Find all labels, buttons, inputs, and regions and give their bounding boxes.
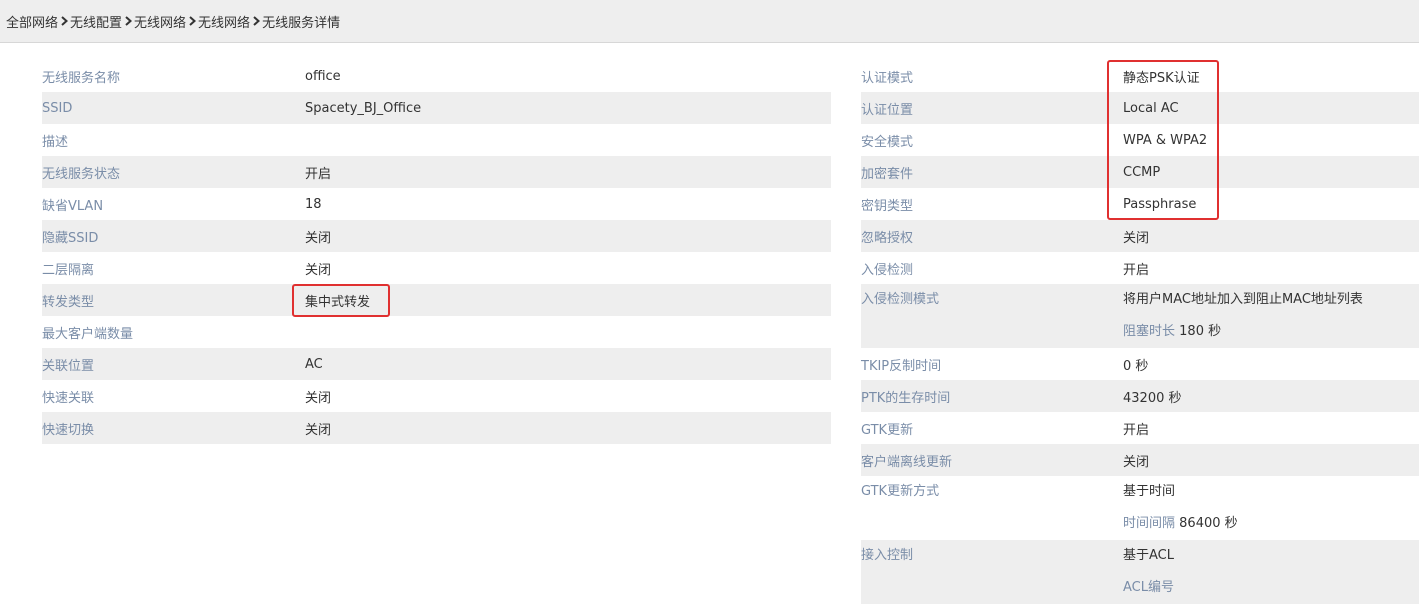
table-row: 认证模式 静态PSK认证 <box>861 60 1419 92</box>
row-label: 入侵检测模式 <box>861 292 940 307</box>
table-row: 安全模式 WPA & WPA2 <box>861 124 1419 156</box>
row-value: office <box>305 68 341 84</box>
row-value: 基于时间 <box>1123 484 1176 499</box>
table-row: SSID Spacety_BJ_Office <box>42 92 831 124</box>
row-value: CCMP <box>1123 164 1161 180</box>
row-value: Local AC <box>1123 100 1179 116</box>
table-row: 加密套件 CCMP <box>861 156 1419 188</box>
table-row: 认证位置 Local AC <box>861 92 1419 124</box>
row-value: 关闭 <box>1123 230 1150 246</box>
breadcrumb-wireless-network[interactable]: 无线网络 <box>134 12 186 31</box>
row-value: 0 秒 <box>1123 358 1149 374</box>
row-value: AC <box>305 356 323 372</box>
row-label: 快速切换 <box>42 422 95 438</box>
row-label: 转发类型 <box>42 294 95 310</box>
row-sub-value: 86400 秒 <box>1179 516 1238 531</box>
row-label: 入侵检测 <box>861 262 914 278</box>
row-value: Passphrase <box>1123 196 1197 212</box>
row-value: 集中式转发 <box>305 294 371 310</box>
row-value-group: 将用户MAC地址加入到阻止MAC地址列表 阻塞时长 180 秒 <box>1123 284 1363 348</box>
row-label: 认证模式 <box>861 70 914 86</box>
row-value: 基于ACL <box>1123 548 1174 563</box>
row-value-group: 基于时间 时间间隔 86400 秒 <box>1123 476 1238 540</box>
breadcrumb-wireless-network-2[interactable]: 无线网络 <box>198 12 250 31</box>
row-value: 开启 <box>1123 422 1150 438</box>
table-row: 忽略授权 关闭 <box>861 220 1419 252</box>
row-label: SSID <box>42 100 73 116</box>
table-row: TKIP反制时间 0 秒 <box>861 348 1419 380</box>
row-label: 缺省VLAN <box>42 198 104 214</box>
service-basic-info-panel: 无线服务名称 office SSID Spacety_BJ_Office 描述 … <box>42 60 831 444</box>
table-row: 入侵检测 开启 <box>861 252 1419 284</box>
row-value: 将用户MAC地址加入到阻止MAC地址列表 <box>1123 292 1363 307</box>
breadcrumb-service-detail: 无线服务详情 <box>262 15 341 31</box>
row-label: 忽略授权 <box>861 230 914 246</box>
table-row: PTK的生存时间 43200 秒 <box>861 380 1419 412</box>
table-row: 二层隔离 关闭 <box>42 252 831 284</box>
table-row: 快速切换 关闭 <box>42 412 831 444</box>
table-row: 缺省VLAN 18 <box>42 188 831 220</box>
table-row: 无线服务状态 开启 <box>42 156 831 188</box>
table-row: 快速关联 关闭 <box>42 380 831 412</box>
breadcrumb: 全部网络 无线配置 无线网络 无线网络 无线服务详情 <box>0 0 1419 43</box>
table-row: 描述 <box>42 124 831 156</box>
row-value: 关闭 <box>305 230 332 246</box>
table-row: 最大客户端数量 <box>42 316 831 348</box>
row-label: 接入控制 <box>861 548 914 563</box>
row-value: 43200 秒 <box>1123 390 1182 406</box>
row-label: 无线服务状态 <box>42 166 121 182</box>
row-label: 加密套件 <box>861 166 914 182</box>
breadcrumb-wireless-config[interactable]: 无线配置 <box>70 12 122 31</box>
row-label: 最大客户端数量 <box>42 326 134 342</box>
row-value-group: 基于ACL ACL编号 <box>1123 540 1174 604</box>
table-row: 关联位置 AC <box>42 348 831 380</box>
row-label: 二层隔离 <box>42 262 95 278</box>
table-row: 客户端离线更新 关闭 <box>861 444 1419 476</box>
table-row: 转发类型 集中式转发 <box>42 284 831 316</box>
table-row: 接入控制 基于ACL ACL编号 <box>861 540 1419 604</box>
row-value: 静态PSK认证 <box>1123 70 1200 86</box>
row-value: WPA & WPA2 <box>1123 132 1208 148</box>
table-row: 入侵检测模式 将用户MAC地址加入到阻止MAC地址列表 阻塞时长 180 秒 <box>861 284 1419 348</box>
row-sub-value: 180 秒 <box>1179 324 1222 339</box>
row-sub-label: 时间间隔 <box>1123 516 1176 531</box>
row-value: 关闭 <box>305 422 332 438</box>
row-label: TKIP反制时间 <box>861 358 942 374</box>
table-row: 无线服务名称 office <box>42 60 831 92</box>
row-sub-label: ACL编号 <box>1123 580 1174 595</box>
row-label: 认证位置 <box>861 102 914 118</box>
row-label: GTK更新 <box>861 422 914 438</box>
chevron-right-icon <box>252 16 261 26</box>
row-value: 关闭 <box>305 390 332 406</box>
row-value: 关闭 <box>305 262 332 278</box>
breadcrumb-all-networks[interactable]: 全部网络 <box>6 12 58 31</box>
row-label: GTK更新方式 <box>861 484 940 499</box>
row-label: PTK的生存时间 <box>861 390 951 406</box>
chevron-right-icon <box>188 16 197 26</box>
row-label: 密钥类型 <box>861 198 914 214</box>
row-value: Spacety_BJ_Office <box>305 100 422 116</box>
row-label: 快速关联 <box>42 390 95 406</box>
row-sub-label: 阻塞时长 <box>1123 324 1176 339</box>
row-sub-line: ACL编号 <box>1123 572 1174 604</box>
table-row: GTK更新方式 基于时间 时间间隔 86400 秒 <box>861 476 1419 540</box>
row-label: 无线服务名称 <box>42 70 121 86</box>
row-label: 隐藏SSID <box>42 230 99 246</box>
table-row: GTK更新 开启 <box>861 412 1419 444</box>
table-row: 隐藏SSID 关闭 <box>42 220 831 252</box>
row-value: 开启 <box>1123 262 1150 278</box>
row-value: 18 <box>305 196 322 212</box>
service-security-info-panel: 认证模式 静态PSK认证 认证位置 Local AC 安全模式 WPA & WP… <box>861 60 1419 604</box>
row-sub-line: 时间间隔 86400 秒 <box>1123 508 1238 540</box>
row-value: 开启 <box>305 166 332 182</box>
row-label: 关联位置 <box>42 358 95 374</box>
chevron-right-icon <box>124 16 133 26</box>
row-label: 描述 <box>42 134 69 150</box>
chevron-right-icon <box>60 16 69 26</box>
row-label: 客户端离线更新 <box>861 454 953 470</box>
row-label: 安全模式 <box>861 134 914 150</box>
table-row: 密钥类型 Passphrase <box>861 188 1419 220</box>
row-value: 关闭 <box>1123 454 1150 470</box>
row-sub-line: 阻塞时长 180 秒 <box>1123 316 1363 348</box>
